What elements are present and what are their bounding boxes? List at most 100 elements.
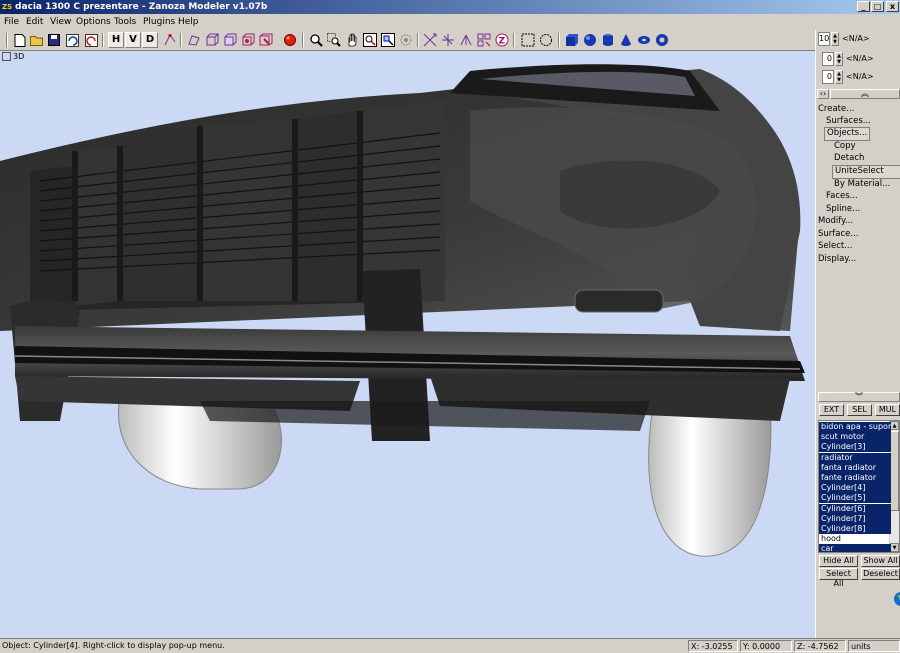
rotate-axis-icon[interactable] <box>440 32 456 48</box>
scroll-down-arrow-icon[interactable]: ▼ <box>890 543 899 552</box>
new-file-icon[interactable] <box>12 32 28 48</box>
menu-edit[interactable]: Edit <box>26 14 43 30</box>
object-list-item[interactable]: fanta radiator <box>819 462 891 473</box>
object-select-icon[interactable] <box>258 32 274 48</box>
grid-select-icon[interactable] <box>476 32 492 48</box>
open-folder-icon[interactable] <box>29 32 45 48</box>
edge-tool-icon[interactable] <box>186 32 202 48</box>
view-v-button[interactable]: V <box>125 32 141 48</box>
object-list-item[interactable]: fante radiator <box>819 473 891 483</box>
close-button[interactable]: x <box>886 1 899 12</box>
object-list-item[interactable]: Cylinder[6] <box>819 503 891 514</box>
scroll-thumb[interactable] <box>890 431 899 511</box>
vertex-select-icon[interactable] <box>162 32 178 48</box>
tree-spline[interactable]: Spline... <box>826 203 860 215</box>
object-list-item[interactable]: Cylinder[4] <box>819 483 891 494</box>
status-units: units <box>848 640 900 652</box>
menu-view[interactable]: View <box>50 14 71 30</box>
object-tool-icon[interactable] <box>240 32 256 48</box>
menu-options[interactable]: Options <box>76 14 111 30</box>
move-axis-icon[interactable] <box>422 32 438 48</box>
create-sphere-icon[interactable] <box>582 32 598 48</box>
scale-axis-icon[interactable] <box>458 32 474 48</box>
object-list[interactable]: ▲ ▼ bidon apa - suport scut motor Cylinder… <box>818 420 900 553</box>
object-list-item[interactable]: hood <box>819 534 891 544</box>
tree-modify[interactable]: Modify... <box>818 215 853 227</box>
create-box-icon[interactable] <box>564 32 580 48</box>
face-tool-icon[interactable] <box>204 32 220 48</box>
tree-display[interactable]: Display... <box>818 253 856 265</box>
spinner-1[interactable]: 10 ▲ ▼ <N/A> <box>818 32 900 46</box>
tree-by-material[interactable]: By Material... <box>834 178 890 190</box>
object-list-item[interactable]: bidon apa - suport <box>819 422 891 432</box>
spinner-arrows-icon[interactable]: ▲ ▼ <box>831 32 839 46</box>
menu-plugins[interactable]: Plugins <box>143 14 175 30</box>
view-h-button[interactable]: H <box>108 32 124 48</box>
region-select-icon[interactable] <box>520 32 536 48</box>
tree-unite-select[interactable]: UniteSelect <box>832 165 900 179</box>
object-list-item[interactable]: Cylinder[8] <box>819 524 891 534</box>
menu-help[interactable]: Help <box>178 14 199 30</box>
spinner-arrows-icon[interactable]: ▲ ▼ <box>835 52 843 66</box>
object-list-item[interactable]: car <box>819 544 891 552</box>
tree-detach[interactable]: Detach <box>834 152 864 164</box>
toolbar-separator <box>417 33 419 47</box>
save-icon[interactable] <box>46 32 62 48</box>
zoom-window-icon[interactable] <box>326 32 342 48</box>
object-list-item[interactable]: Cylinder[7] <box>819 513 891 524</box>
spinner-arrows-icon[interactable]: ▲ ▼ <box>835 70 843 84</box>
spinner-label: <N/A> <box>846 72 874 81</box>
tree-objects[interactable]: Objects... <box>824 127 871 141</box>
lasso-select-icon[interactable] <box>538 32 554 48</box>
show-all-button[interactable]: Show All <box>861 555 900 567</box>
tree-surfaces[interactable]: Surfaces... <box>826 115 871 127</box>
collapse-icon[interactable]: ‹› <box>817 89 829 99</box>
zoom-extents-icon[interactable] <box>362 32 378 48</box>
mul-button[interactable]: MUL <box>875 404 900 416</box>
toolbar-separator <box>6 33 8 47</box>
create-tube-icon[interactable] <box>654 32 670 48</box>
spinner-value[interactable]: 0 <box>822 52 834 66</box>
scroll-down-icon[interactable]: ︾ <box>818 392 900 402</box>
spinner-value[interactable]: 0 <box>822 70 834 84</box>
minimize-button[interactable]: _ <box>857 1 870 12</box>
scroll-up-icon[interactable]: ︽ <box>830 89 900 99</box>
spinner-3[interactable]: 0 ▲ ▼ <N/A> <box>822 70 900 84</box>
deselect-button[interactable]: Deselect <box>861 568 900 580</box>
hide-all-button[interactable]: Hide All <box>819 555 858 567</box>
redo-icon[interactable] <box>83 32 99 48</box>
create-cylinder-icon[interactable] <box>600 32 616 48</box>
box-tool-icon[interactable] <box>222 32 238 48</box>
viewport-3d[interactable]: 3D <box>0 50 815 638</box>
spinner-2[interactable]: 0 ▲ ▼ <N/A> <box>822 52 900 66</box>
toolbar-separator <box>302 33 304 47</box>
tree-create[interactable]: Create... <box>818 103 854 115</box>
spinner-value[interactable]: 10 <box>818 32 830 46</box>
tree-copy[interactable]: Copy <box>834 140 856 152</box>
pan-hand-icon[interactable] <box>344 32 360 48</box>
zoom-region-icon[interactable] <box>380 32 396 48</box>
object-list-item[interactable]: radiator <box>819 452 891 463</box>
create-torus-icon[interactable] <box>636 32 652 48</box>
sel-button[interactable]: SEL <box>847 404 872 416</box>
tree-select[interactable]: Select... <box>818 240 852 252</box>
material-sphere-icon[interactable] <box>282 32 298 48</box>
ext-button[interactable]: EXT <box>819 404 844 416</box>
object-list-item[interactable]: scut motor <box>819 432 891 443</box>
select-all-button[interactable]: Select All <box>819 568 858 588</box>
object-list-item[interactable]: Cylinder[3] <box>819 442 891 453</box>
status-x-coordinate: X: -3.0255 <box>688 640 738 652</box>
object-list-item[interactable]: Cylinder[5] <box>819 493 891 504</box>
scroll-up-arrow-icon[interactable]: ▲ <box>890 421 899 430</box>
menu-file[interactable]: File <box>4 14 19 30</box>
view-d-button[interactable]: D <box>142 32 158 48</box>
tree-surface[interactable]: Surface... <box>818 228 859 240</box>
z-mode-icon[interactable]: Z <box>494 32 510 48</box>
create-cone-icon[interactable] <box>618 32 634 48</box>
orbit-icon[interactable] <box>398 32 414 48</box>
maximize-button[interactable]: □ <box>871 1 884 12</box>
undo-icon[interactable] <box>64 32 80 48</box>
tree-faces[interactable]: Faces... <box>826 190 858 202</box>
menu-tools[interactable]: Tools <box>114 14 136 30</box>
zoom-icon[interactable] <box>308 32 324 48</box>
